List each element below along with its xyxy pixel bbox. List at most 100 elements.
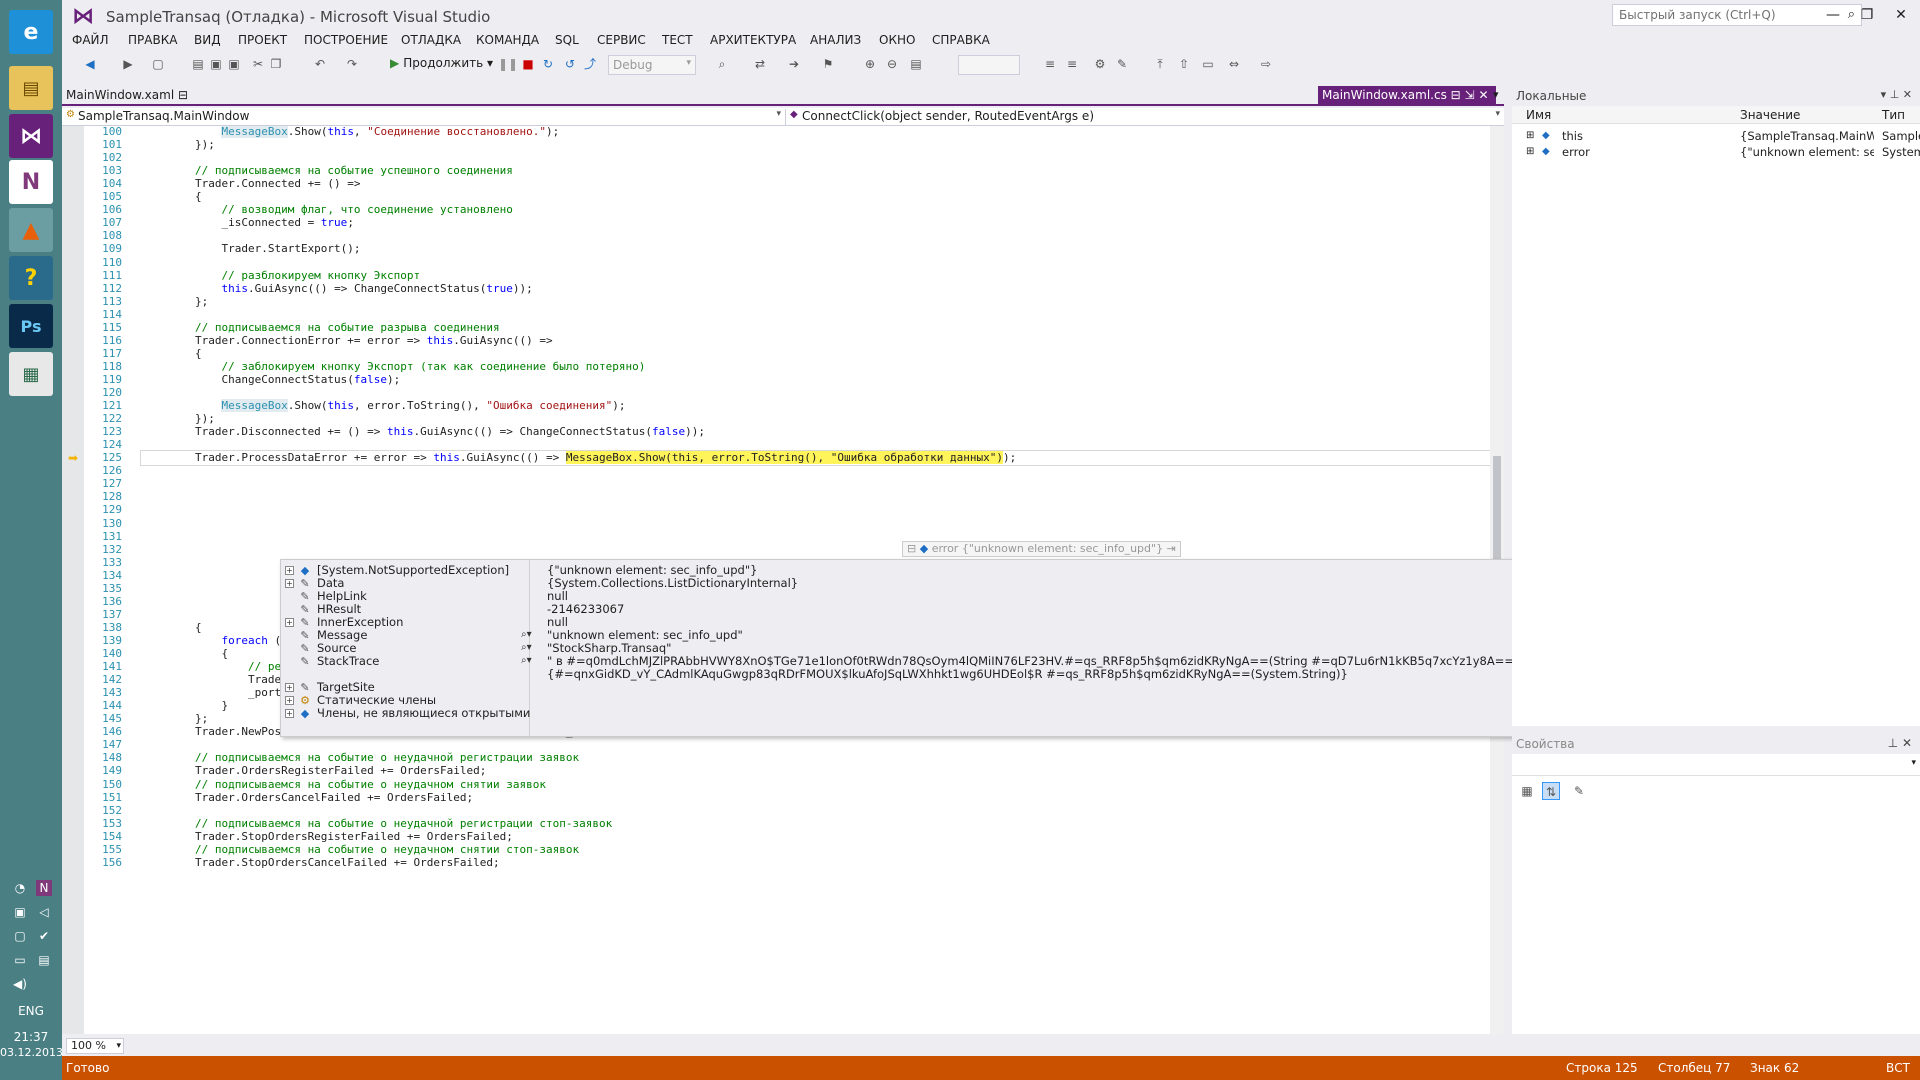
wrench-icon[interactable]: ✎ — [1570, 782, 1588, 800]
expand-icon[interactable]: + — [285, 709, 294, 718]
undo-icon[interactable]: ↶ — [312, 56, 328, 72]
bookmark-icon[interactable]: ⚑ — [820, 56, 836, 72]
back-icon[interactable]: ◀ — [82, 56, 98, 72]
zoom-dropdown[interactable]: 100 % ▾ — [66, 1038, 124, 1054]
restart-icon[interactable]: ↻ — [540, 56, 556, 72]
breakpoint-margin[interactable] — [62, 126, 84, 1034]
display-tray-icon[interactable]: ▣ — [12, 904, 28, 920]
menu-architecture[interactable]: АРХИТЕКТУРА — [710, 33, 796, 47]
new-project-icon[interactable]: ▢ — [150, 56, 166, 72]
open-file-icon[interactable]: ▤ — [190, 56, 206, 72]
pin-icon[interactable]: ⇥ — [1167, 542, 1176, 555]
code-line[interactable]: Trader.StopOrdersCancelFailed += OrdersF… — [142, 855, 500, 871]
menu-sql[interactable]: SQL — [555, 33, 579, 47]
class-dropdown[interactable]: ⚙ SampleTransaq.MainWindow ▾ — [66, 109, 786, 125]
datatip-header[interactable]: ⊟ ◆ error {"unknown element: sec_info_up… — [902, 541, 1181, 557]
expand-icon[interactable]: + — [285, 618, 294, 627]
move-icon[interactable]: ⇧ — [1176, 56, 1192, 72]
onenote-icon[interactable]: N — [9, 160, 53, 204]
platform-dropdown[interactable] — [958, 55, 1020, 75]
expand-icon[interactable]: + — [285, 696, 294, 705]
tab-mainwindow-xaml[interactable]: MainWindow.xaml ⊟ — [66, 88, 188, 102]
photoshop-icon[interactable]: Ps — [9, 304, 53, 348]
navigate-icon[interactable]: ⇄ — [752, 56, 768, 72]
volume-tray-icon[interactable]: ◀) — [12, 976, 28, 992]
save-icon[interactable]: ▣ — [208, 56, 224, 72]
column-type[interactable]: Тип — [1882, 108, 1905, 122]
menu-analyze[interactable]: АНАЛИЗ — [810, 33, 861, 47]
menu-team[interactable]: КОМАНДА — [476, 33, 539, 47]
matlab-icon[interactable]: ▲ — [9, 208, 53, 252]
code-line[interactable]: Trader.ConnectionError += error => this.… — [142, 333, 553, 349]
menu-test[interactable]: ТЕСТ — [662, 33, 693, 47]
member-dropdown[interactable]: ◆ ConnectClick(object sender, RoutedEvent… — [788, 109, 1504, 125]
column-name[interactable]: Имя — [1526, 108, 1551, 122]
tab-mainwindow-xaml-cs[interactable]: MainWindow.xaml.cs ⊟ ⇲ ✕ — [1318, 86, 1496, 106]
save-all-icon[interactable]: ▣ — [226, 56, 242, 72]
pin-icon[interactable]: ⊥ — [1890, 88, 1900, 101]
redo-icon[interactable]: ↷ — [344, 56, 360, 72]
code-line[interactable]: Trader.StartExport(); — [142, 241, 360, 257]
step-out-icon[interactable]: ⤴ — [582, 56, 598, 72]
properties-object-dropdown[interactable]: ▾ — [1512, 756, 1920, 776]
menu-view[interactable]: ВИД — [194, 33, 221, 47]
expand-icon[interactable]: + — [285, 683, 294, 692]
link-icon[interactable]: ⇔ — [1226, 56, 1242, 72]
menu-build[interactable]: ПОСТРОЕНИЕ — [304, 33, 388, 47]
menu-tools[interactable]: СЕРВИС — [597, 33, 646, 47]
help-icon[interactable]: ? — [9, 256, 53, 300]
language-indicator[interactable]: ENG — [0, 1004, 62, 1018]
next-icon[interactable]: ⇨ — [1258, 56, 1274, 72]
code-line[interactable]: Trader.OrdersCancelFailed += OrdersFaile… — [142, 790, 473, 806]
step-icon[interactable]: ↺ — [562, 56, 578, 72]
scroll-thumb[interactable] — [1493, 456, 1501, 566]
column-value[interactable]: Значение — [1740, 108, 1800, 122]
solution-config-dropdown[interactable]: Debug ▾ — [608, 55, 696, 75]
maximize-button[interactable]: ❐ — [1852, 4, 1882, 26]
minimize-button[interactable]: — — [1818, 4, 1848, 26]
dropdown-icon[interactable]: ▾ — [1881, 88, 1887, 101]
presentation-icon[interactable]: ▦ — [9, 352, 53, 396]
cut-icon[interactable]: ✂ — [250, 56, 266, 72]
close-icon[interactable]: ✕ — [1902, 736, 1912, 750]
move-up-icon[interactable]: ⤒ — [1152, 56, 1168, 72]
monitor-tray-icon[interactable]: ▭ — [12, 952, 28, 968]
stop-icon[interactable]: ■ — [520, 56, 536, 72]
code-line[interactable]: Trader.ProcessDataError += error => this… — [142, 450, 1016, 466]
expand-icon[interactable]: + — [285, 579, 294, 588]
menu-edit[interactable]: ПРАВКА — [128, 33, 177, 47]
expand-icon[interactable]: ⊞ — [1526, 144, 1538, 160]
internet-explorer-icon[interactable]: e — [9, 10, 53, 54]
zoom-out-icon[interactable]: ⊖ — [884, 56, 900, 72]
visual-studio-icon[interactable]: ⋈ — [9, 114, 53, 158]
locals-row[interactable]: ⊞ ◆ this {SampleTransaq.MainWind SampleT — [1512, 128, 1920, 144]
menu-debug[interactable]: ОТЛАДКА — [401, 33, 461, 47]
outdent-icon[interactable]: ≡ — [1064, 56, 1080, 72]
code-line[interactable]: Trader.Disconnected += () => this.GuiAsy… — [142, 424, 705, 440]
format-icon[interactable]: ⚙ — [1092, 56, 1108, 72]
close-icon[interactable]: ✕ — [1903, 88, 1912, 101]
onenote-tray-icon[interactable]: N — [36, 880, 52, 896]
menu-file[interactable]: ФАЙЛ — [72, 33, 109, 47]
pin-icon[interactable]: ⇲ — [1465, 88, 1475, 102]
flag-tray-icon[interactable]: ▢ — [12, 928, 28, 944]
file-explorer-icon[interactable]: ▤ — [9, 66, 53, 110]
locals-row[interactable]: ⊞ ◆ error {"unknown element: sec_info_up Sys… — [1512, 144, 1920, 160]
zoom-in-icon[interactable]: ⊕ — [862, 56, 878, 72]
sound-tray-icon[interactable]: ◁ — [36, 904, 52, 920]
code-line[interactable]: }; — [142, 294, 208, 310]
settings-tray-icon[interactable]: ▤ — [36, 952, 52, 968]
alphabetical-icon[interactable]: ⇅ — [1542, 782, 1560, 800]
pin-icon[interactable]: ⊥ — [1888, 736, 1898, 750]
arrow-right-icon[interactable]: ➔ — [786, 56, 802, 72]
categorized-icon[interactable]: ▦ — [1518, 782, 1536, 800]
find-icon[interactable]: ⌕ — [714, 56, 730, 72]
indent-icon[interactable]: ≡ — [1042, 56, 1058, 72]
code-line[interactable]: ChangeConnectStatus(false); — [142, 372, 400, 388]
expand-icon[interactable]: ⊞ — [1526, 128, 1538, 144]
menu-window[interactable]: ОКНО — [879, 33, 915, 47]
copy-icon[interactable]: ❐ — [268, 56, 284, 72]
code-line[interactable]: _isConnected = true; — [142, 215, 353, 231]
close-button[interactable]: ✕ — [1886, 4, 1916, 26]
collapse-icon[interactable]: ⊟ — [907, 542, 916, 555]
